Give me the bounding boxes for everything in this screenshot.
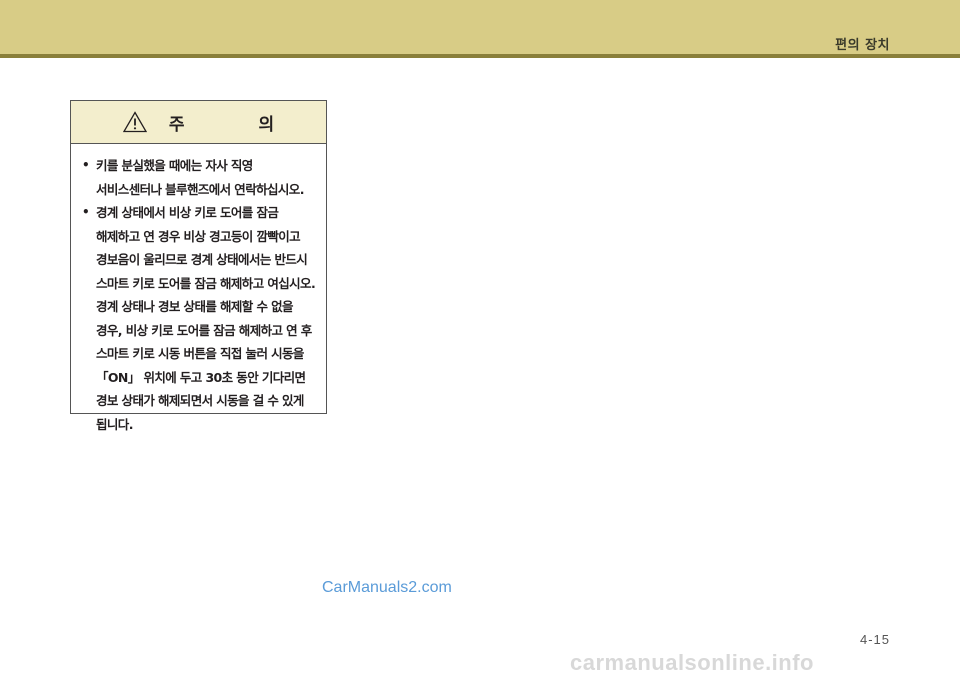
caution-item-text: 키를 분실했을 때에는 자사 직영 서비스센터나 블루핸즈에서 연락하십시오. [96, 158, 304, 197]
watermark-carmanuals2[interactable]: CarManuals2.com [322, 579, 452, 597]
caution-item: • 경계 상태에서 비상 키로 도어를 잠금 해제하고 연 경우 비상 경고등이… [82, 201, 318, 436]
bullet: • [82, 205, 90, 219]
bullet: • [82, 158, 90, 172]
caution-box: 주 의 • 키를 분실했을 때에는 자사 직영 서비스센터나 블루핸즈에서 연락… [70, 100, 327, 432]
warning-triangle-icon [122, 111, 148, 133]
header-rule [0, 54, 960, 58]
watermark-carmanualsonline: carmanualsonline.info [570, 650, 814, 675]
header-band [0, 0, 960, 54]
caution-item: • 키를 분실했을 때에는 자사 직영 서비스센터나 블루핸즈에서 연락하십시오… [82, 154, 318, 201]
caution-title: 주 의 [168, 114, 309, 135]
caution-item-text: 경계 상태에서 비상 키로 도어를 잠금 해제하고 연 경우 비상 경고등이 깜… [96, 205, 316, 432]
caution-header: 주 의 [71, 101, 326, 144]
section-title: 편의 장치 [835, 38, 890, 53]
page-number: 4-15 [859, 632, 890, 647]
caution-list: • 키를 분실했을 때에는 자사 직영 서비스센터나 블루핸즈에서 연락하십시오… [71, 144, 326, 436]
